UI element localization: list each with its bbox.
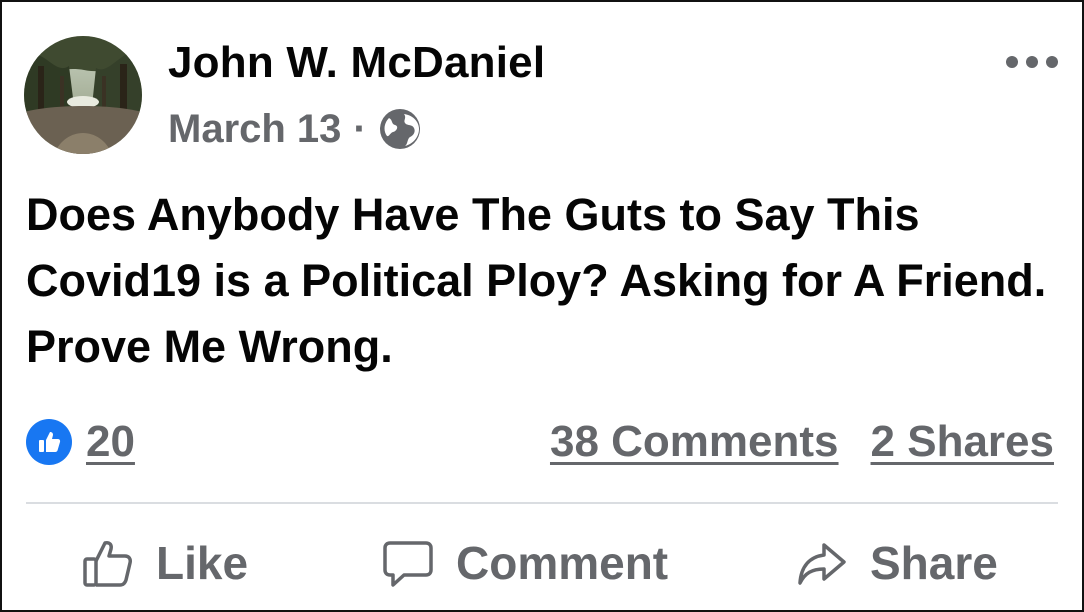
comment-label: Comment bbox=[456, 537, 669, 589]
post-text: Does Anybody Have The Guts to Say This C… bbox=[26, 189, 1047, 372]
meta-separator: · bbox=[353, 106, 367, 151]
like-label: Like bbox=[156, 537, 249, 589]
like-reaction-icon bbox=[26, 419, 72, 465]
share-label: Share bbox=[870, 537, 998, 589]
globe-icon bbox=[377, 106, 423, 152]
post-meta: March 13 · bbox=[168, 104, 423, 154]
like-button[interactable]: Like bbox=[80, 528, 248, 598]
tree-lined-path-avatar-icon bbox=[24, 36, 142, 154]
dot bbox=[1006, 56, 1018, 68]
comment-button[interactable]: Comment bbox=[380, 528, 668, 598]
divider bbox=[26, 502, 1058, 504]
thumbs-up-icon bbox=[83, 541, 132, 587]
comments-count-link[interactable]: 38 Comments bbox=[550, 417, 839, 467]
share-arrow-icon bbox=[798, 543, 846, 585]
reaction-count[interactable]: 20 bbox=[86, 417, 135, 467]
reactions-summary[interactable]: 20 bbox=[26, 416, 135, 468]
post-card: John W. McDaniel March 13 · Does Anybody… bbox=[0, 0, 1084, 612]
action-bar: Like Comment Share bbox=[2, 528, 1082, 598]
engagement-counts: 38 Comments 2 Shares bbox=[550, 416, 1054, 468]
author-name[interactable]: John W. McDaniel bbox=[168, 38, 545, 88]
avatar[interactable] bbox=[24, 36, 142, 154]
dot bbox=[1026, 56, 1038, 68]
post-date[interactable]: March 13 bbox=[168, 107, 341, 152]
comment-bubble-icon bbox=[383, 541, 433, 587]
more-options-icon[interactable] bbox=[1006, 52, 1058, 72]
shares-count-link[interactable]: 2 Shares bbox=[871, 417, 1054, 467]
dot bbox=[1046, 56, 1058, 68]
share-button[interactable]: Share bbox=[794, 528, 998, 598]
